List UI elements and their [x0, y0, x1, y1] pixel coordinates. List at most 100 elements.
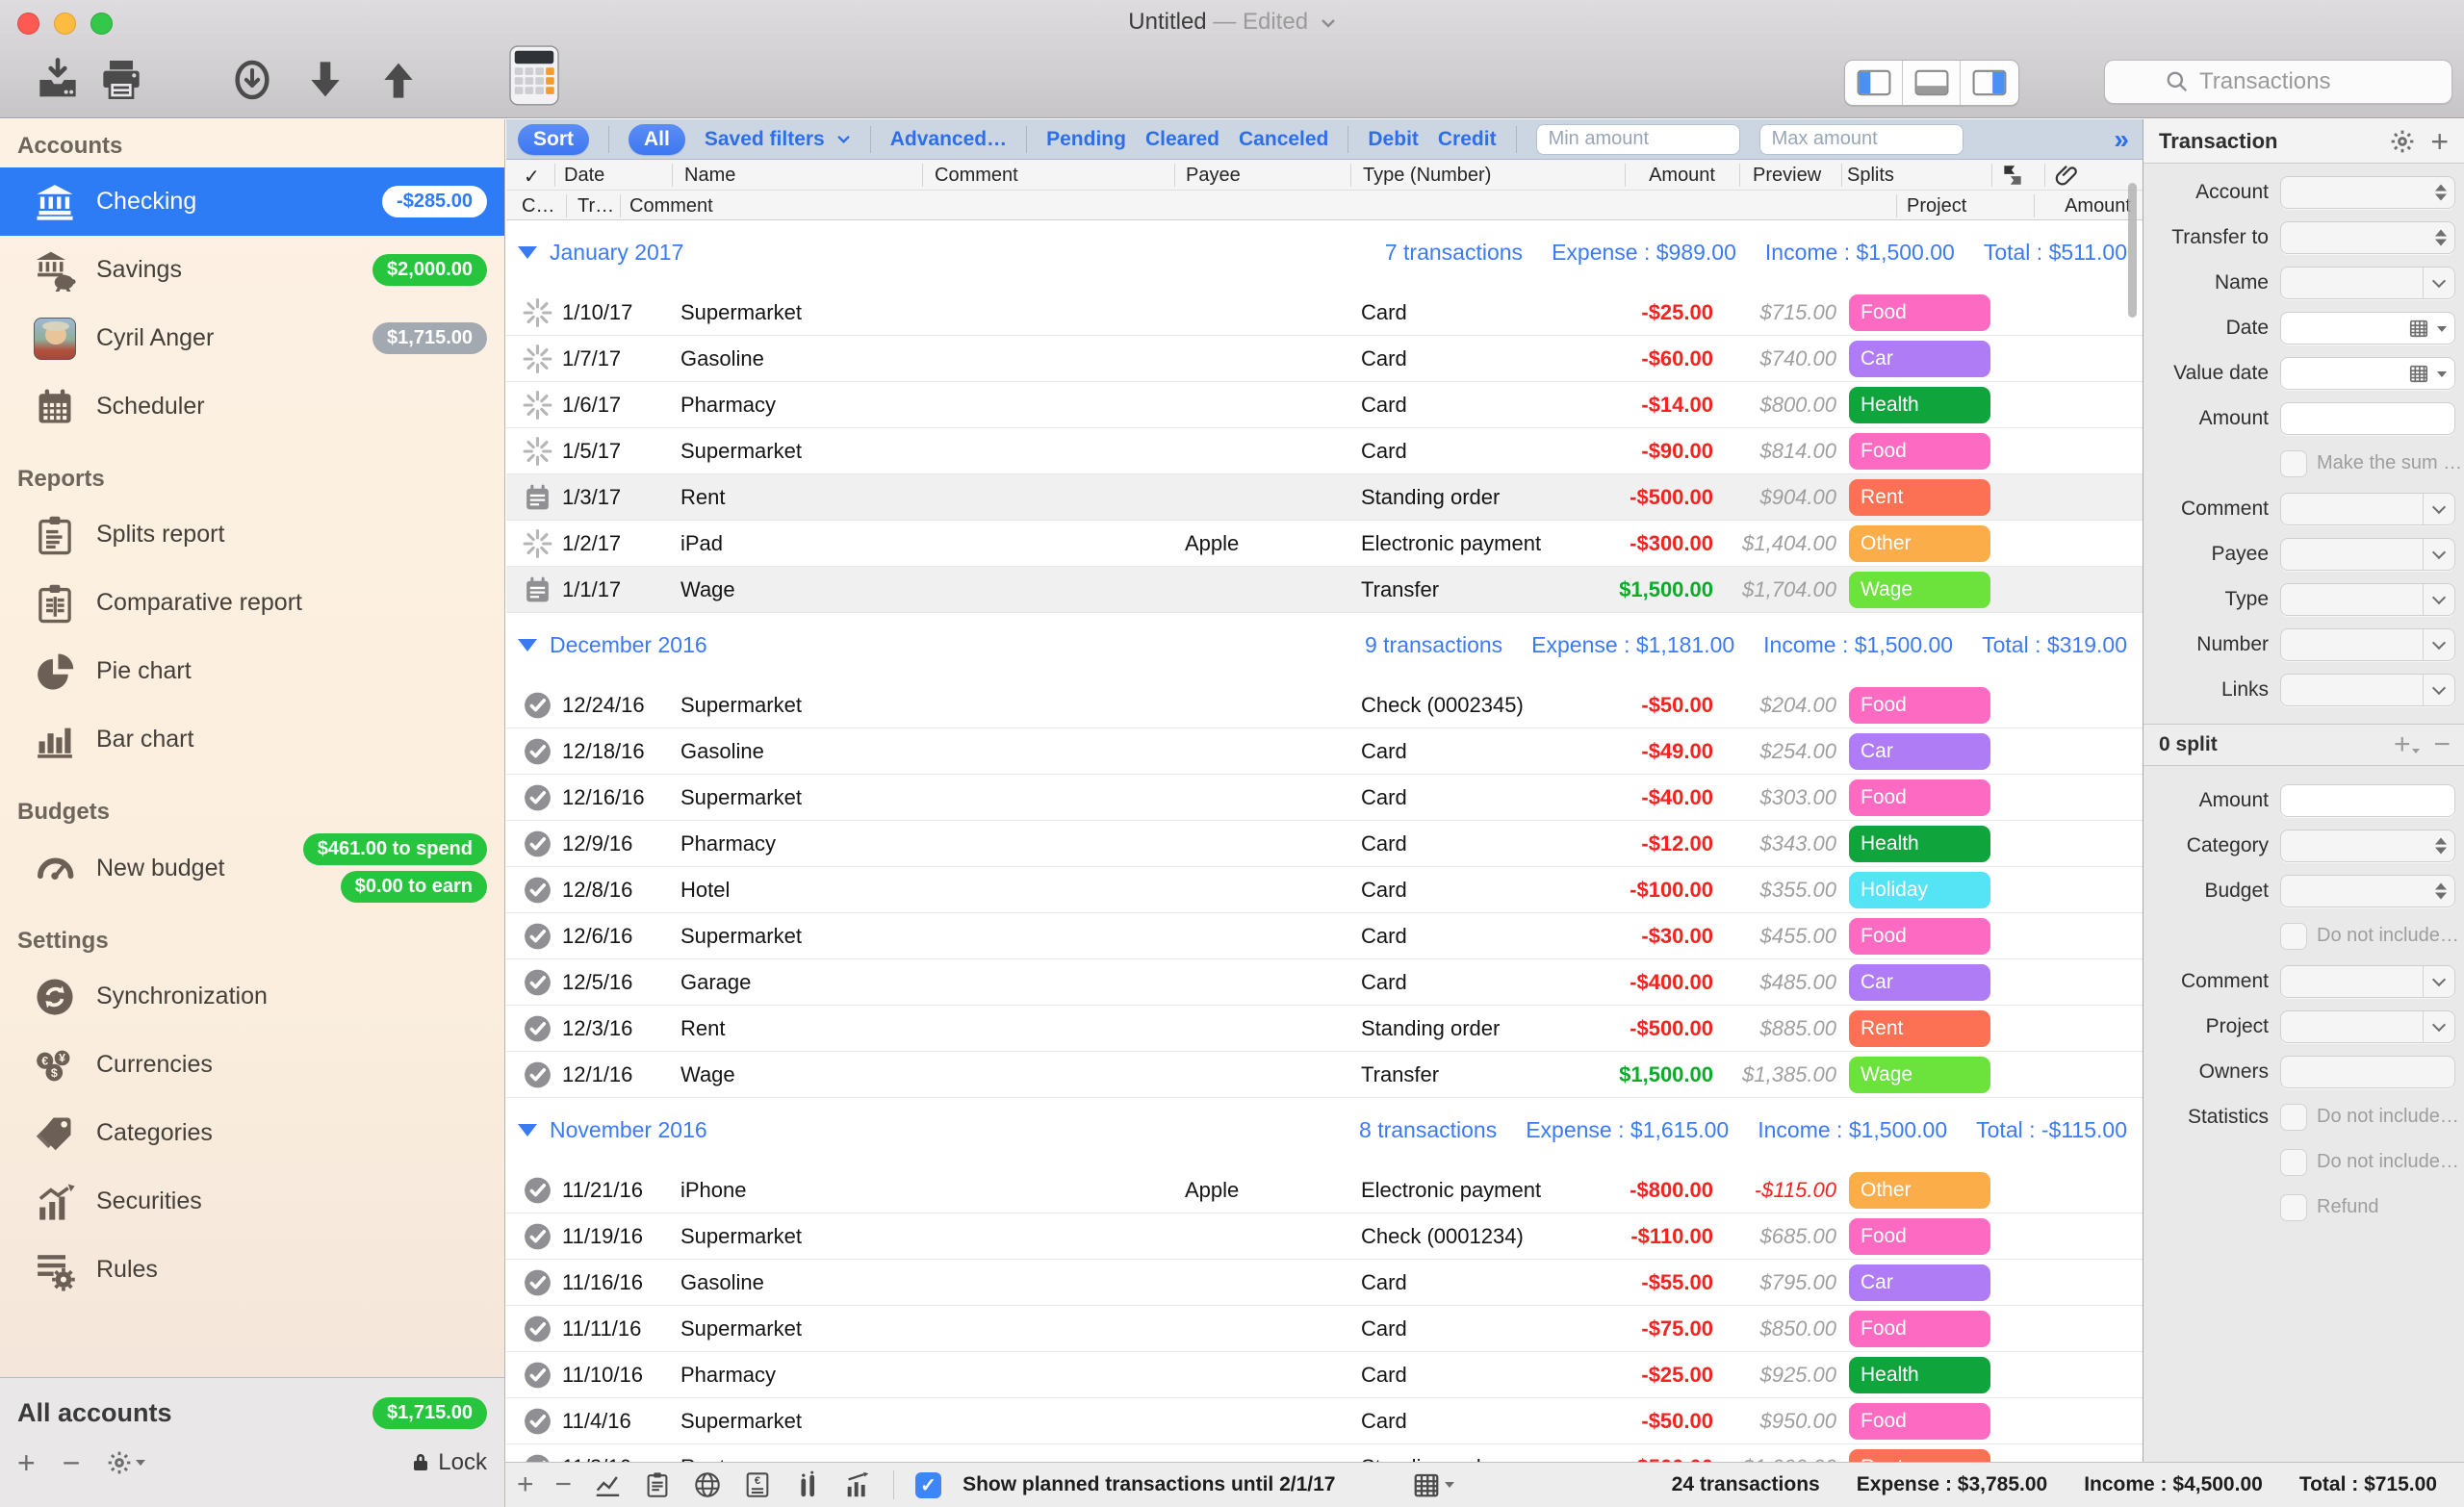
min-amount-input[interactable]	[1536, 124, 1740, 155]
transaction-row[interactable]: 12/3/16RentStanding order-$500.00$885.00…	[506, 1006, 2143, 1052]
column-splits[interactable]: Splits	[1847, 165, 1894, 187]
group-header[interactable]: January 20177 transactionsExpense : $989…	[506, 234, 2143, 270]
group-header[interactable]: November 20168 transactionsExpense : $1,…	[506, 1111, 2143, 1148]
title-chevron-icon[interactable]	[1321, 18, 1336, 29]
column-preview[interactable]: Preview	[1753, 165, 1821, 187]
column-split-project[interactable]: Project	[1907, 195, 1966, 217]
transaction-row[interactable]: 11/19/16SupermarketCheck (0001234)-$110.…	[506, 1213, 2143, 1260]
sidebar-item-securities[interactable]: Securities	[0, 1167, 504, 1236]
column-split-comment[interactable]: Comment	[629, 195, 713, 217]
transaction-row[interactable]: 12/1/16WageTransfer$1,500.00$1,385.00Wag…	[506, 1052, 2143, 1098]
transaction-row[interactable]: 1/1/17WageTransfer$1,500.00$1,704.00Wage	[506, 567, 2143, 613]
account-stepper[interactable]	[2280, 176, 2455, 209]
sort-button[interactable]: Sort	[518, 124, 589, 155]
download-circle-button[interactable]	[229, 56, 275, 104]
toggle-inspector-button[interactable]	[1961, 61, 2018, 105]
split-owners-field[interactable]	[2280, 1056, 2455, 1088]
transaction-row[interactable]: 1/2/17iPadAppleElectronic payment-$300.0…	[506, 521, 2143, 567]
disclosure-triangle-icon[interactable]	[518, 1124, 537, 1137]
add-split-button[interactable]: +	[2394, 730, 2421, 759]
transaction-row[interactable]: 11/11/16SupermarketCard-$75.00$850.00Foo…	[506, 1306, 2143, 1352]
payee-combobox[interactable]	[2280, 538, 2455, 571]
column-amount[interactable]: Amount	[1527, 165, 1715, 187]
column-type[interactable]: Type (Number)	[1363, 165, 1491, 187]
columns-icon[interactable]	[793, 1470, 822, 1499]
sidebar-item-checking[interactable]: Checking-$285.00	[0, 167, 504, 236]
sidebar-item-splits-report[interactable]: Splits report	[0, 500, 504, 569]
search-input[interactable]	[2199, 68, 2392, 95]
column-date[interactable]: Date	[564, 165, 604, 187]
transaction-row[interactable]: 11/4/16SupermarketCard-$50.00$950.00Food	[506, 1398, 2143, 1444]
calendar-range-button[interactable]	[1412, 1470, 1454, 1499]
filter-pending-button[interactable]: Pending	[1046, 128, 1126, 151]
remove-split-button[interactable]: −	[2433, 730, 2451, 759]
transaction-row[interactable]: 1/3/17RentStanding order-$500.00$904.00R…	[506, 474, 2143, 521]
sidebar-item-currencies[interactable]: €¥$Currencies	[0, 1031, 504, 1099]
split-exclude-checkbox[interactable]	[2280, 923, 2307, 950]
column-split-amount[interactable]: Amount	[1989, 195, 2131, 217]
column-split-c[interactable]: C…	[522, 195, 554, 217]
comment-combobox[interactable]	[2280, 493, 2455, 525]
sidebar-item-new-budget[interactable]: New budget$461.00 to spend$0.00 to earn	[0, 833, 504, 903]
column-name[interactable]: Name	[684, 165, 735, 187]
chevron-down-icon[interactable]	[2423, 629, 2454, 660]
account-actions-button[interactable]	[107, 1450, 145, 1475]
transaction-row[interactable]: 1/6/17PharmacyCard-$14.00$800.00Health	[506, 382, 2143, 428]
chevron-down-icon[interactable]	[2423, 539, 2454, 570]
add-transaction-button[interactable]: +	[517, 1470, 534, 1499]
transaction-row[interactable]: 11/10/16PharmacyCard-$25.00$925.00Health	[506, 1352, 2143, 1398]
column-split-tr[interactable]: Tr…	[578, 195, 614, 217]
sidebar-item-bar-chart[interactable]: Bar chart	[0, 705, 504, 774]
chevron-down-icon[interactable]	[2423, 675, 2454, 705]
chevron-down-icon[interactable]	[2423, 1011, 2454, 1042]
column-payee[interactable]: Payee	[1186, 165, 1241, 187]
sidebar-item-pie-chart[interactable]: Pie chart	[0, 637, 504, 705]
disclosure-triangle-icon[interactable]	[518, 246, 537, 259]
stats-exclude-1-checkbox[interactable]	[2280, 1104, 2307, 1131]
move-up-button[interactable]	[375, 56, 422, 104]
transaction-row[interactable]: 1/10/17SupermarketCard-$25.00$715.00Food	[506, 290, 2143, 336]
lock-button[interactable]: Lock	[409, 1449, 487, 1476]
more-filters-button[interactable]: »	[2114, 124, 2129, 155]
filter-cleared-button[interactable]: Cleared	[1145, 128, 1219, 151]
chevron-down-icon[interactable]	[2423, 966, 2454, 997]
split-comment-combobox[interactable]	[2280, 965, 2455, 998]
show-planned-checkbox[interactable]: ✓	[915, 1472, 941, 1498]
globe-icon[interactable]	[693, 1470, 722, 1499]
transaction-row[interactable]: 11/21/16iPhoneAppleElectronic payment-$8…	[506, 1167, 2143, 1213]
make-sum-checkbox[interactable]	[2280, 450, 2307, 477]
clipboard-icon[interactable]	[643, 1470, 672, 1499]
transaction-row[interactable]: 12/18/16GasolineCard-$49.00$254.00Car	[506, 728, 2143, 775]
sidebar-item-comparative-report[interactable]: Comparative report	[0, 569, 504, 637]
sidebar-item-savings[interactable]: Savings$2,000.00	[0, 236, 504, 304]
group-header[interactable]: December 20169 transactionsExpense : $1,…	[506, 626, 2143, 663]
inspector-add-button[interactable]: +	[2430, 126, 2449, 157]
disclosure-triangle-icon[interactable]	[518, 639, 537, 651]
date-date-field[interactable]	[2280, 312, 2455, 345]
split-budget-stepper[interactable]	[2280, 875, 2455, 907]
transaction-row[interactable]: 12/5/16GarageCard-$400.00$485.00Car	[506, 959, 2143, 1006]
chevron-down-icon[interactable]	[2423, 268, 2454, 298]
transaction-row[interactable]: 12/6/16SupermarketCard-$30.00$455.00Food	[506, 913, 2143, 959]
transaction-row[interactable]: 11/3/16RentStanding order-$500.00$1,000.…	[506, 1444, 2143, 1462]
chevron-down-icon[interactable]	[2423, 584, 2454, 615]
transaction-row[interactable]: 1/7/17GasolineCard-$60.00$740.00Car	[506, 336, 2143, 382]
sidebar-item-scheduler[interactable]: Scheduler	[0, 372, 504, 441]
scrollbar-thumb[interactable]	[2128, 183, 2137, 318]
sidebar-item-synchronization[interactable]: Synchronization	[0, 962, 504, 1031]
add-account-button[interactable]: +	[17, 1447, 36, 1478]
max-amount-input[interactable]	[1759, 124, 1964, 155]
refund-checkbox[interactable]	[2280, 1194, 2307, 1221]
advanced-filter-button[interactable]: Advanced…	[890, 128, 1007, 151]
search-field[interactable]	[2104, 60, 2452, 104]
column-check[interactable]: ✓	[524, 165, 540, 189]
filter-debit-button[interactable]: Debit	[1368, 128, 1419, 151]
split-project-combobox[interactable]	[2280, 1010, 2455, 1043]
number-combobox[interactable]	[2280, 628, 2455, 661]
name-combobox[interactable]	[2280, 267, 2455, 299]
inspector-gear-icon[interactable]	[2390, 129, 2415, 154]
transaction-row[interactable]: 12/8/16HotelCard-$100.00$355.00Holiday	[506, 867, 2143, 913]
print-button[interactable]	[98, 56, 144, 104]
export-button[interactable]	[35, 56, 81, 104]
stats-exclude-2-checkbox[interactable]	[2280, 1149, 2307, 1176]
